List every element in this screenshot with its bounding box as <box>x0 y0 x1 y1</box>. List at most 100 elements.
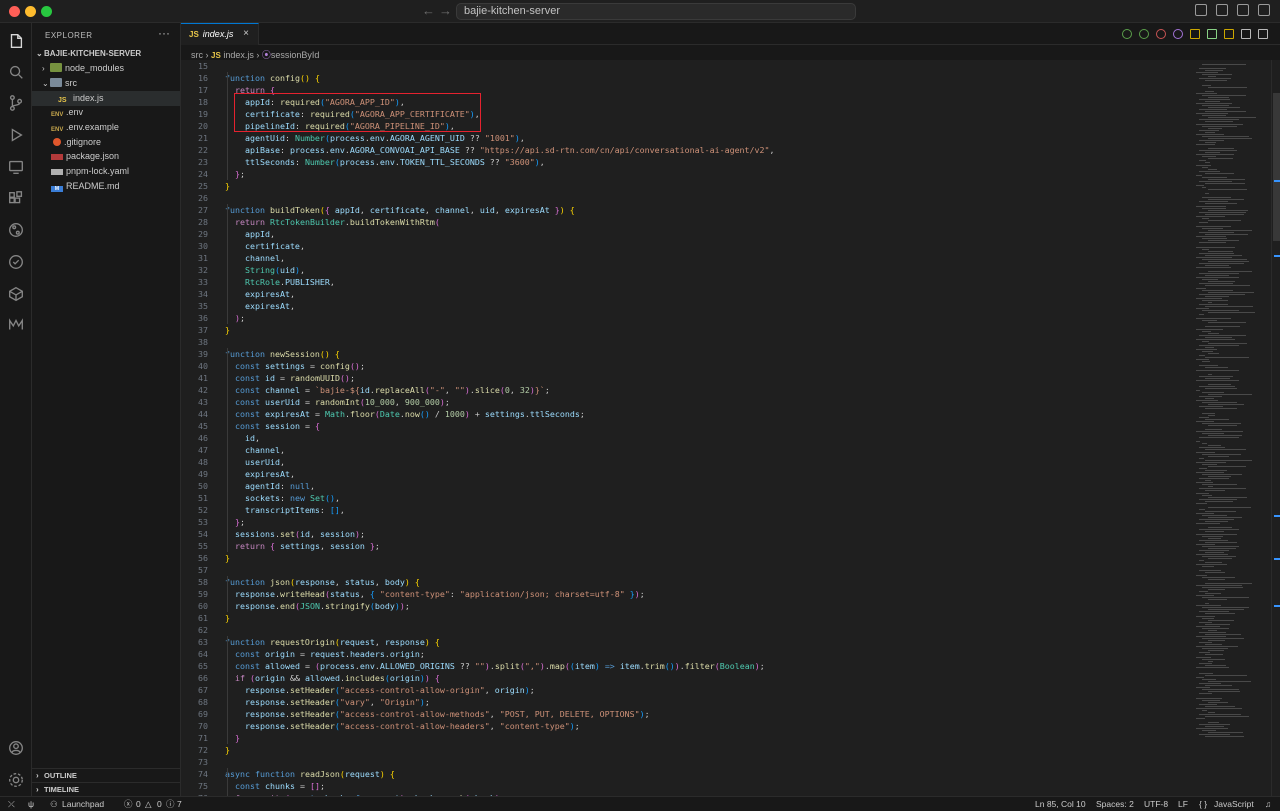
code-line[interactable]: 50 agentId: null, <box>181 480 1191 492</box>
line-number[interactable]: 56 <box>181 552 208 564</box>
line-number[interactable]: 18 <box>181 96 208 108</box>
line-number[interactable]: 75 <box>181 780 208 792</box>
line-number[interactable]: 66 <box>181 672 208 684</box>
minimize-window-button[interactable] <box>25 6 36 17</box>
code-line[interactable]: 16 function config() { <box>181 72 1191 84</box>
customize-layout-icon[interactable] <box>1195 4 1207 16</box>
code-line[interactable]: 58 function json(response, status, body) … <box>181 576 1191 588</box>
line-number[interactable]: 22 <box>181 144 208 156</box>
info-count[interactable]: 7 <box>177 797 182 811</box>
line-number[interactable]: 24 <box>181 168 208 180</box>
code-line[interactable]: 38 <box>181 336 1191 348</box>
line-number[interactable]: 27 <box>181 204 208 216</box>
code-line[interactable]: 67 response.setHeader("access-control-al… <box>181 684 1191 696</box>
info-icon[interactable]: ⓘ <box>166 797 175 811</box>
warnings-count[interactable]: 0 <box>157 797 162 811</box>
run-file-icon[interactable] <box>1207 29 1217 39</box>
code-line[interactable]: 42 const channel = `bajie-${id.replaceAl… <box>181 384 1191 396</box>
tree-item-src[interactable]: ⌄ src <box>32 76 180 91</box>
notifications-bell-icon[interactable]: ♫ <box>1265 797 1271 811</box>
tree-item-index-js[interactable]: JS index.js <box>32 91 180 106</box>
errors-icon[interactable]: ⓧ <box>124 797 133 811</box>
code-line[interactable]: 43 const userUid = randomInt(10_000, 900… <box>181 396 1191 408</box>
save-icon[interactable] <box>1190 29 1200 39</box>
code-line[interactable]: 22 apiBase: process.env.AGORA_CONVOAI_AP… <box>181 144 1191 156</box>
remote-explorer-icon[interactable] <box>6 157 26 177</box>
line-number[interactable]: 33 <box>181 276 208 288</box>
line-number[interactable]: 74 <box>181 768 208 780</box>
extensions-icon[interactable] <box>6 189 26 209</box>
code-line[interactable]: 36 ); <box>181 312 1191 324</box>
breadcrumb-folder[interactable]: src <box>191 50 203 60</box>
containers-icon[interactable] <box>6 284 26 304</box>
forward-arrow-icon[interactable]: → <box>439 3 452 18</box>
line-number[interactable]: 63 <box>181 636 208 648</box>
code-line[interactable]: 45 const session = { <box>181 420 1191 432</box>
code-line[interactable]: 48 userUid, <box>181 456 1191 468</box>
line-number[interactable]: 21 <box>181 132 208 144</box>
line-number[interactable]: 40 <box>181 360 208 372</box>
breadcrumb-file[interactable]: index.js <box>223 50 254 60</box>
code-line[interactable]: 62 <box>181 624 1191 636</box>
line-number[interactable]: 38 <box>181 336 208 348</box>
line-number[interactable]: 49 <box>181 468 208 480</box>
toggle-sidebar-icon[interactable] <box>1216 4 1228 16</box>
line-number[interactable]: 51 <box>181 492 208 504</box>
line-number[interactable]: 31 <box>181 252 208 264</box>
scrollbar-thumb[interactable] <box>1273 93 1280 241</box>
settings-gear-icon[interactable] <box>6 770 26 790</box>
line-number[interactable]: 37 <box>181 324 208 336</box>
code-line[interactable]: 71 } <box>181 732 1191 744</box>
tab-index-js[interactable]: JS index.js × <box>181 23 259 45</box>
line-number[interactable]: 46 <box>181 432 208 444</box>
line-number[interactable]: 55 <box>181 540 208 552</box>
run-icon[interactable] <box>1139 29 1149 39</box>
split-editor-icon[interactable] <box>1241 29 1251 39</box>
cursor-position[interactable]: Ln 85, Col 10 <box>1035 797 1086 811</box>
line-number[interactable]: 67 <box>181 684 208 696</box>
line-number[interactable]: 50 <box>181 480 208 492</box>
code-line[interactable]: 73 <box>181 756 1191 768</box>
explorer-icon[interactable] <box>6 31 26 51</box>
code-line[interactable]: 65 const allowed = (process.env.ALLOWED_… <box>181 660 1191 672</box>
source-control-icon[interactable] <box>6 93 26 113</box>
line-number[interactable]: 61 <box>181 612 208 624</box>
code-line[interactable]: 40 const settings = config(); <box>181 360 1191 372</box>
code-line[interactable]: 49 expiresAt, <box>181 468 1191 480</box>
line-number[interactable]: 32 <box>181 264 208 276</box>
line-number[interactable]: 71 <box>181 732 208 744</box>
code-line[interactable]: 15 <box>181 60 1191 72</box>
breadcrumb-symbol[interactable]: sessionById <box>271 50 320 60</box>
launchpad-icon[interactable]: ⚇ <box>50 797 58 811</box>
code-line[interactable]: 32 String(uid), <box>181 264 1191 276</box>
code-line[interactable]: 28 return RtcTokenBuilder.buildTokenWith… <box>181 216 1191 228</box>
code-line[interactable]: 24 }; <box>181 168 1191 180</box>
line-number[interactable]: 41 <box>181 372 208 384</box>
code-line[interactable]: 63 function requestOrigin(request, respon… <box>181 636 1191 648</box>
line-number[interactable]: 68 <box>181 696 208 708</box>
line-number[interactable]: 29 <box>181 228 208 240</box>
code-line[interactable]: 37} <box>181 324 1191 336</box>
line-number[interactable]: 16 <box>181 72 208 84</box>
copilot-icon[interactable] <box>1173 29 1183 39</box>
line-number[interactable]: 72 <box>181 744 208 756</box>
search-icon[interactable] <box>6 62 26 82</box>
line-number[interactable]: 69 <box>181 708 208 720</box>
code-line[interactable]: 75 const chunks = []; <box>181 780 1191 792</box>
close-window-button[interactable] <box>9 6 20 17</box>
tree-item-package-json[interactable]: package.json <box>32 149 180 164</box>
encoding[interactable]: UTF-8 <box>1144 797 1168 811</box>
code-line[interactable]: 39 function newSession() { <box>181 348 1191 360</box>
line-number[interactable]: 70 <box>181 720 208 732</box>
tree-item-gitignore[interactable]: .gitignore <box>32 135 180 150</box>
line-number[interactable]: 17 <box>181 84 208 96</box>
line-number[interactable]: 64 <box>181 648 208 660</box>
code-line[interactable]: 51 sockets: new Set(), <box>181 492 1191 504</box>
code-line[interactable]: 33 RtcRole.PUBLISHER, <box>181 276 1191 288</box>
code-line[interactable]: 64 const origin = request.headers.origin… <box>181 648 1191 660</box>
toggle-panel-icon[interactable] <box>1237 4 1249 16</box>
line-number[interactable]: 73 <box>181 756 208 768</box>
line-number[interactable]: 47 <box>181 444 208 456</box>
more-actions-icon[interactable] <box>1258 29 1268 39</box>
code-line[interactable]: 44 const expiresAt = Math.floor(Date.now… <box>181 408 1191 420</box>
